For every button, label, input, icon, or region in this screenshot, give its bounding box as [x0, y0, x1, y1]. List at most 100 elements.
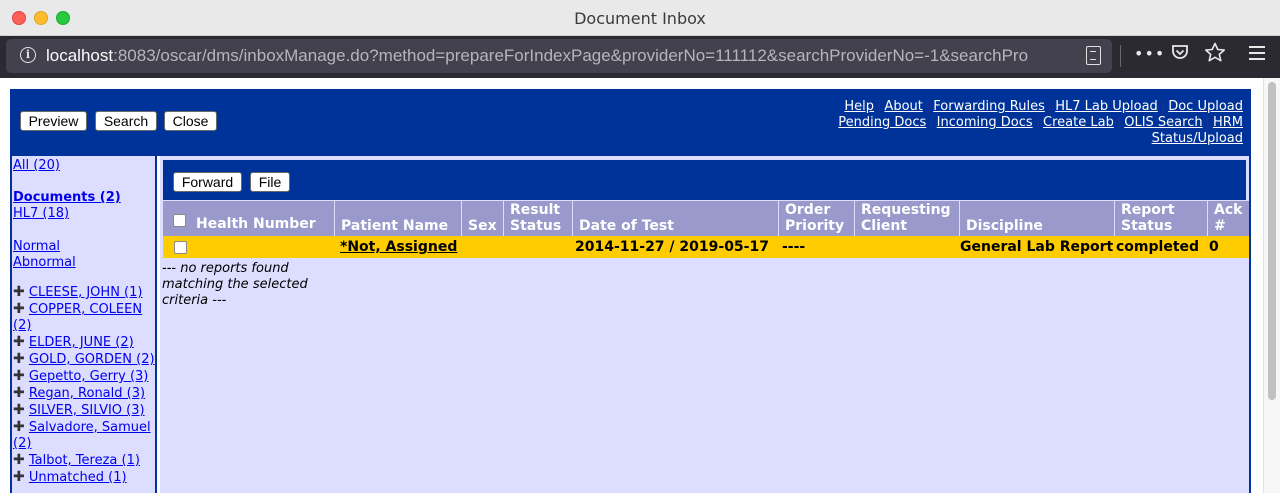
column-health-number: Health Number — [163, 201, 333, 236]
sidebar-item-hl7[interactable]: HL7 (18) — [13, 206, 69, 221]
expand-plus-icon[interactable]: ✚ — [13, 385, 25, 401]
expand-plus-icon[interactable]: ✚ — [13, 452, 25, 468]
column-date-of-test-label: Date of Test — [579, 218, 674, 234]
sidebar-patient-item: ✚ SILVER, SILVIO (3) — [13, 402, 157, 419]
hl7-lab-upload-link[interactable]: HL7 Lab Upload — [1055, 99, 1158, 114]
sidebar-all: All (20) — [13, 158, 157, 174]
sidebar-patient-link[interactable]: ELDER, JUNE (2) — [29, 335, 134, 350]
olis-search-link[interactable]: OLIS Search — [1124, 115, 1202, 130]
row-select-checkbox[interactable] — [174, 241, 187, 254]
sidebar-patient-link[interactable]: Salvadore, Samuel (2) — [13, 420, 151, 451]
forward-button[interactable]: Forward — [173, 172, 242, 192]
column-requesting-client[interactable]: Requesting Client — [854, 201, 958, 236]
report-status-cell: completed — [1116, 239, 1200, 255]
column-patient-name[interactable]: Patient Name — [334, 201, 460, 236]
bookmark-star-icon[interactable] — [1204, 42, 1226, 67]
sidebar-item-abnormal[interactable]: Abnormal — [13, 255, 76, 270]
forwarding-rules-link[interactable]: Forwarding Rules — [933, 99, 1045, 114]
column-ack-label: Ack # — [1214, 202, 1243, 234]
doc-upload-link[interactable]: Doc Upload — [1168, 99, 1243, 114]
reader-view-icon[interactable] — [1086, 46, 1101, 65]
sidebar-patient-item: ✚ Salvadore, Samuel (2) — [13, 419, 157, 452]
hrm-link[interactable]: HRM — [1213, 115, 1243, 130]
table-row[interactable]: *Not, Assigned 2014-11-27 / 2019-05-17 -… — [163, 236, 1249, 258]
column-ack[interactable]: Ack # — [1207, 201, 1249, 236]
info-icon[interactable]: i — [20, 47, 36, 63]
links-row-3: Status/Upload — [723, 131, 1243, 147]
column-discipline-label: Discipline — [966, 218, 1043, 234]
links-row-2: Pending Docs | Incoming Docs | Create Lab | OL… — [838, 115, 1243, 130]
sidebar-patient-item: ✚ Unmatched (1) — [13, 469, 157, 486]
sidebar-patient-link[interactable]: GOLD, GORDEN (2) — [29, 352, 155, 367]
more-icon[interactable]: ••• — [1134, 44, 1165, 63]
expand-plus-icon[interactable]: ✚ — [13, 419, 25, 435]
discipline-cell: General Lab Report — [960, 239, 1114, 255]
patient-name-link[interactable]: *Not, Assigned — [340, 239, 457, 255]
date-of-test-cell: 2014-11-27 / 2019-05-17 — [575, 239, 769, 255]
select-all-checkbox[interactable] — [173, 214, 186, 227]
sidebar-patient-link[interactable]: Talbot, Tereza (1) — [29, 453, 140, 468]
column-discipline[interactable]: Discipline — [959, 201, 1113, 236]
ack-count-cell: 0 — [1209, 239, 1219, 255]
sidebar-item-documents[interactable]: Documents (2) — [13, 190, 121, 205]
order-priority-cell: ---- — [782, 239, 806, 255]
preview-button[interactable]: Preview — [20, 111, 87, 131]
inbox-main-panel: Forward File Health Number Patient Name … — [160, 156, 1251, 493]
action-bar: Forward File — [163, 160, 1246, 200]
sidebar-patient-item: ✚ GOLD, GORDEN (2) — [13, 351, 157, 368]
create-lab-link[interactable]: Create Lab — [1043, 115, 1114, 130]
browser-toolbar: i localhost:8083/oscar/dms/inboxManage.d… — [0, 36, 1280, 78]
hrm-status-upload-link[interactable]: Status/Upload — [1152, 131, 1243, 146]
page-scrollbar[interactable] — [1263, 78, 1280, 493]
sidebar-patient-link[interactable]: CLEESE, JOHN (1) — [29, 285, 143, 300]
scrollbar-thumb[interactable] — [1268, 82, 1276, 400]
column-patient-name-label: Patient Name — [341, 218, 449, 234]
expand-plus-icon[interactable]: ✚ — [13, 284, 25, 300]
url-bar[interactable]: i localhost:8083/oscar/dms/inboxManage.d… — [6, 39, 1112, 73]
column-health-number-label: Health Number — [196, 216, 316, 232]
menu-icon[interactable] — [1248, 45, 1266, 66]
column-report-status[interactable]: Report Status — [1114, 201, 1206, 236]
sidebar-patient-item: ✚ Gepetto, Gerry (3) — [13, 368, 157, 385]
close-button[interactable]: Close — [164, 111, 217, 131]
page-content: Preview Search Close Help | About | Forwardi… — [0, 78, 1280, 493]
pocket-icon[interactable] — [1170, 42, 1190, 67]
search-button[interactable]: Search — [95, 111, 157, 131]
sidebar-item-all[interactable]: All (20) — [13, 158, 60, 173]
sidebar-patient-link[interactable]: Unmatched (1) — [29, 470, 127, 485]
sidebar-patient-link[interactable]: Gepetto, Gerry (3) — [29, 369, 149, 384]
sidebar-patient-link[interactable]: SILVER, SILVIO (3) — [29, 403, 145, 418]
column-sex[interactable]: Sex — [461, 201, 502, 236]
incoming-docs-link[interactable]: Incoming Docs — [937, 115, 1033, 130]
help-link[interactable]: Help — [844, 99, 874, 114]
expand-plus-icon[interactable]: ✚ — [13, 334, 25, 350]
expand-plus-icon[interactable]: ✚ — [13, 469, 25, 485]
sidebar-status: Normal Abnormal — [13, 239, 157, 271]
column-order-priority-label: Order Priority — [785, 202, 845, 234]
window-title: Document Inbox — [574, 9, 706, 28]
sidebar-patient-link[interactable]: Regan, Ronald (3) — [29, 386, 145, 401]
sidebar-patient-item: ✚ COPPER, COLEEN (2) — [13, 301, 157, 334]
column-requesting-client-label: Requesting Client — [861, 202, 951, 234]
no-reports-message: --- no reports found matching the select… — [162, 261, 308, 308]
file-button[interactable]: File — [250, 172, 290, 192]
sidebar-types: Documents (2) HL7 (18) — [13, 190, 157, 222]
sidebar: All (20) Documents (2) HL7 (18) Normal A… — [10, 156, 157, 493]
url-path: :8083/oscar/dms/inboxManage.do?method=pr… — [113, 46, 1029, 65]
url-text[interactable]: localhost:8083/oscar/dms/inboxManage.do?… — [46, 46, 1076, 66]
sidebar-patient-item: ✚ Regan, Ronald (3) — [13, 385, 157, 402]
expand-plus-icon[interactable]: ✚ — [13, 301, 25, 317]
sidebar-item-normal[interactable]: Normal — [13, 239, 60, 254]
pending-docs-link[interactable]: Pending Docs — [838, 115, 926, 130]
header-links: Help | About | Forwarding Rules | HL7 Lab Uplo… — [723, 99, 1243, 147]
about-link[interactable]: About — [884, 99, 922, 114]
column-order-priority[interactable]: Order Priority — [778, 201, 853, 236]
toolbar-separator — [1120, 45, 1121, 67]
expand-plus-icon[interactable]: ✚ — [13, 351, 25, 367]
expand-plus-icon[interactable]: ✚ — [13, 368, 25, 384]
expand-plus-icon[interactable]: ✚ — [13, 402, 25, 418]
column-date-of-test[interactable]: Date of Test — [572, 201, 777, 236]
sidebar-patient-list: ✚ CLEESE, JOHN (1) ✚ COPPER, COLEEN (2) … — [13, 284, 157, 486]
sidebar-patient-link[interactable]: COPPER, COLEEN (2) — [13, 302, 142, 333]
column-result-status[interactable]: Result Status — [503, 201, 571, 236]
